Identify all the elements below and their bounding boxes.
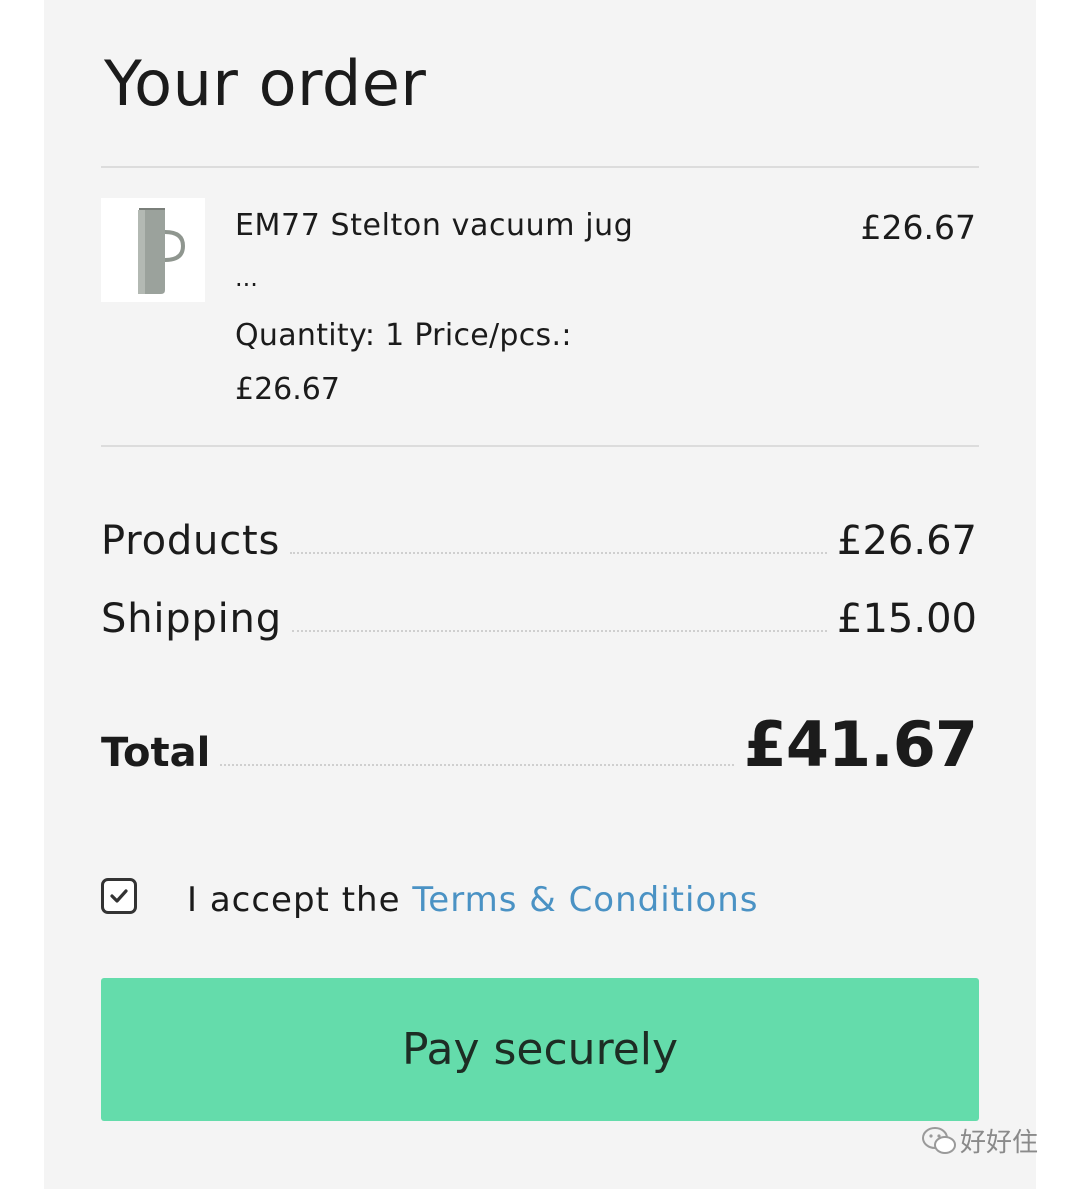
product-line-price: £26.67 (860, 208, 976, 247)
total-row: Total £41.67 (101, 708, 978, 781)
dotted-leader (290, 552, 828, 554)
terms-checkbox[interactable] (101, 878, 137, 914)
jug-product-image (138, 208, 186, 294)
page-title: Your order (104, 47, 427, 120)
products-row: Products £26.67 (101, 518, 977, 564)
product-name[interactable]: EM77 Stelton vacuum jug (235, 206, 633, 246)
checkmark-icon (110, 889, 128, 903)
shipping-label: Shipping (101, 596, 282, 642)
products-value: £26.67 (837, 518, 977, 564)
items-divider (101, 445, 979, 447)
products-label: Products (101, 518, 281, 564)
dotted-leader (220, 764, 734, 766)
product-unit-price: £26.67 (235, 372, 340, 407)
product-ellipsis: ... (235, 264, 258, 292)
total-label: Total (101, 730, 211, 776)
product-quantity-line: Quantity: 1 Price/pcs.: (235, 318, 572, 353)
product-thumbnail[interactable] (101, 198, 205, 302)
shipping-value: £15.00 (837, 596, 977, 642)
watermark-text: 好好住 (960, 1128, 1039, 1158)
shipping-row: Shipping £15.00 (101, 596, 977, 642)
watermark: 好好住 (920, 1122, 1038, 1159)
terms-link[interactable]: Terms & Conditions (412, 880, 758, 920)
top-divider (101, 166, 979, 168)
terms-prefix: I accept the (187, 880, 413, 920)
total-value: £41.67 (743, 708, 978, 781)
terms-text: I accept the Terms & Conditions (187, 878, 759, 922)
dotted-leader (291, 630, 828, 632)
pay-securely-button[interactable]: Pay securely (101, 978, 979, 1121)
wechat-icon (922, 1126, 956, 1154)
